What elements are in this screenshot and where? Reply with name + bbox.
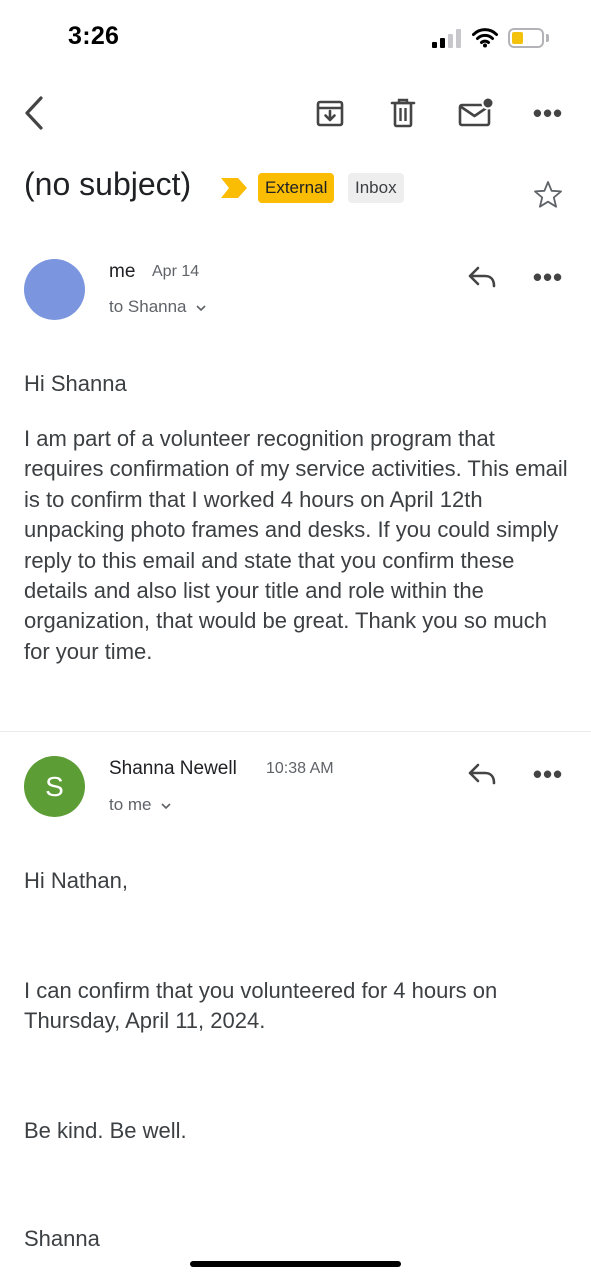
message-divider xyxy=(0,731,591,732)
external-label-chip: External xyxy=(258,173,335,203)
sender-name: Shanna Newell xyxy=(109,758,237,779)
trash-icon[interactable] xyxy=(383,93,423,133)
more-options-icon[interactable]: ••• xyxy=(528,97,568,129)
message-date: 10:38 AM xyxy=(266,760,334,777)
inbox-label-chip[interactable]: Inbox xyxy=(348,173,404,203)
recipient-dropdown[interactable]: to me xyxy=(109,795,172,815)
message-greeting: Hi Shanna xyxy=(24,371,127,396)
message-more-icon[interactable]: ••• xyxy=(528,261,568,293)
sender-name: me xyxy=(109,261,136,282)
message-signature: Shanna xyxy=(24,1226,100,1251)
mark-unread-icon[interactable] xyxy=(455,93,497,133)
chevron-down-icon xyxy=(196,304,206,311)
recipient-label: to Shanna xyxy=(109,297,187,316)
status-time: 3:26 xyxy=(68,22,120,50)
recipient-dropdown[interactable]: to Shanna xyxy=(109,297,207,317)
battery-icon xyxy=(508,28,544,48)
sender-avatar[interactable] xyxy=(24,259,85,320)
message-greeting: Hi Nathan, xyxy=(24,868,128,893)
battery-tip xyxy=(546,34,549,42)
sender-avatar[interactable]: S xyxy=(24,756,85,817)
cellular-signal-icon xyxy=(432,29,462,48)
chevron-down-icon xyxy=(161,802,171,809)
message-more-icon[interactable]: ••• xyxy=(528,758,568,790)
important-marker-icon[interactable] xyxy=(220,177,248,199)
message-body: I can confirm that you volunteered for 4… xyxy=(24,978,498,1034)
reply-icon[interactable] xyxy=(462,758,502,790)
message-date: Apr 14 xyxy=(152,263,200,280)
message-body: I am part of a volunteer recognition pro… xyxy=(24,426,568,664)
star-icon[interactable] xyxy=(532,179,564,211)
avatar-letter: S xyxy=(45,770,64,802)
email-subject: (no subject) xyxy=(24,166,192,202)
back-arrow-icon[interactable] xyxy=(14,93,54,133)
reply-icon[interactable] xyxy=(462,261,502,293)
wifi-icon xyxy=(472,28,498,48)
recipient-label: to me xyxy=(109,795,152,814)
message-closing: Be kind. Be well. xyxy=(24,1118,187,1143)
archive-icon[interactable] xyxy=(310,93,350,133)
home-indicator[interactable] xyxy=(190,1261,401,1267)
